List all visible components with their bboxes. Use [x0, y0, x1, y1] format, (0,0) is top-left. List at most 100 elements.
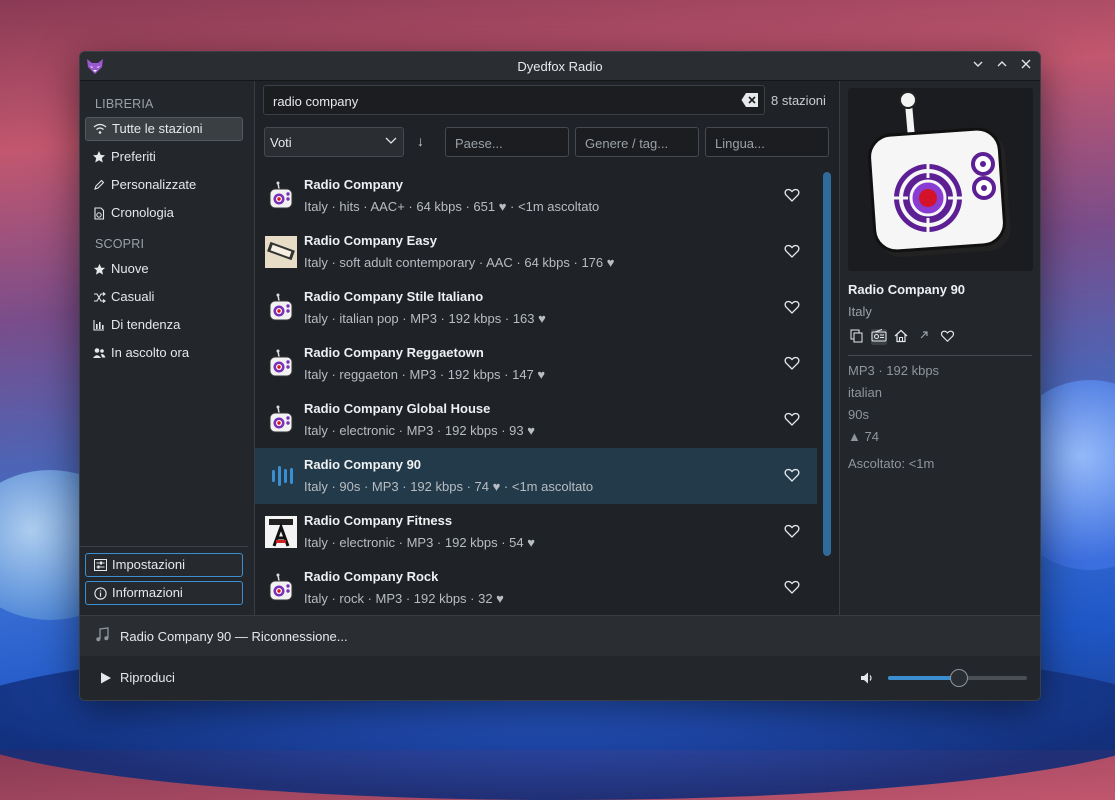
radio-thumb-icon — [269, 405, 293, 433]
radio-thumb-icon — [269, 573, 293, 601]
station-list: Radio Company Italy · hits · AAC+ · 64 k… — [255, 168, 817, 615]
sidebar-item-label: Preferiti — [111, 149, 156, 164]
shuffle-icon — [92, 285, 106, 309]
station-meta: Italy · hits · AAC+ · 64 kbps · 651 ♥ · … — [304, 199, 600, 214]
station-name: Radio Company Easy — [304, 233, 437, 248]
heart-icon[interactable] — [784, 299, 800, 315]
minimize-button[interactable] — [970, 58, 986, 74]
sort-select[interactable]: Voti — [264, 127, 404, 157]
sidebar-item-label: Personalizzate — [111, 177, 197, 192]
station-name: Radio Company — [304, 177, 403, 192]
title-bar: Dyedfox Radio — [80, 52, 1040, 81]
maximize-button[interactable] — [994, 58, 1010, 74]
clear-search-icon[interactable] — [741, 92, 759, 108]
heart-icon[interactable] — [784, 243, 800, 259]
pencil-icon — [92, 173, 106, 197]
info-icon — [93, 582, 107, 604]
station-logo-icon — [265, 516, 297, 548]
sort-direction-button[interactable]: ↓ — [417, 133, 424, 149]
sort-value: Voti — [270, 135, 292, 150]
player-controls: Riproduci — [80, 656, 1040, 700]
station-row[interactable]: Radio Company Easy Italy · soft adult co… — [255, 224, 817, 280]
sidebar-item-trending[interactable]: Di tendenza — [85, 313, 241, 337]
genre-filter-input[interactable] — [583, 128, 687, 158]
heart-icon[interactable] — [784, 579, 800, 595]
station-row[interactable]: Radio Company Reggaetown Italy · reggaet… — [255, 336, 817, 392]
window-title: Dyedfox Radio — [517, 59, 603, 74]
station-name: Radio Company Stile Italiano — [304, 289, 484, 304]
heart-icon[interactable] — [784, 523, 800, 539]
station-row[interactable]: Radio Company Stile Italiano Italy · ita… — [255, 280, 817, 336]
detail-codec: MP3 · 192 kbps — [848, 363, 940, 378]
result-count: 8 stazioni — [771, 93, 826, 108]
info-label: Informazioni — [112, 585, 183, 600]
station-row[interactable]: Radio Company Global House Italy · elect… — [255, 392, 817, 448]
station-meta: Italy · reggaeton · MP3 · 192 kbps · 147… — [304, 367, 546, 382]
language-filter-input[interactable] — [713, 128, 817, 158]
volume-icon[interactable] — [860, 671, 876, 685]
station-meta: Italy · italian pop · MP3 · 192 kbps · 1… — [304, 311, 546, 326]
station-meta: Italy · electronic · MP3 · 192 kbps · 93… — [304, 423, 535, 438]
radio-thumb-icon — [269, 349, 293, 377]
wifi-icon — [93, 118, 107, 140]
detail-language: italian — [848, 385, 882, 400]
sidebar-item-all-stations[interactable]: Tutte le stazioni — [85, 117, 243, 141]
music-note-icon — [96, 627, 109, 642]
station-row[interactable]: Radio Company Italy · hits · AAC+ · 64 k… — [255, 168, 817, 224]
listeners-icon — [92, 341, 106, 365]
heart-icon[interactable] — [784, 467, 800, 483]
sidebar-item-random[interactable]: Casuali — [85, 285, 241, 309]
sidebar-item-custom[interactable]: Personalizzate — [85, 173, 241, 197]
heart-icon[interactable] — [784, 355, 800, 371]
station-meta: Italy · 90s · MP3 · 192 kbps · 74 ♥ · <1… — [304, 479, 594, 494]
station-panel: 8 stazioni Voti ↓ Radio Company — [255, 81, 838, 615]
detail-station-name: Radio Company 90 — [848, 282, 966, 297]
station-name: Radio Company Fitness — [304, 513, 453, 528]
star-icon — [92, 145, 106, 169]
favorite-heart-icon[interactable] — [940, 329, 956, 345]
volume-slider[interactable] — [888, 669, 1027, 687]
sidebar-item-label: Di tendenza — [111, 317, 181, 332]
close-button[interactable] — [1018, 58, 1034, 74]
info-button[interactable]: Informazioni — [85, 581, 243, 605]
settings-button[interactable]: Impostazioni — [85, 553, 243, 577]
play-icon — [101, 672, 111, 684]
sidebar-item-label: Cronologia — [111, 205, 174, 220]
heart-icon[interactable] — [784, 411, 800, 427]
search-input[interactable] — [271, 86, 735, 116]
station-name: Radio Company 90 — [304, 457, 422, 472]
list-scrollbar[interactable] — [823, 172, 831, 556]
detail-votes: ▲ 74 — [848, 429, 879, 444]
station-meta: Italy · electronic · MP3 · 192 kbps · 54… — [304, 535, 535, 550]
heart-icon[interactable] — [784, 187, 800, 203]
radio-icon[interactable] — [871, 329, 887, 345]
radio-thumb-icon — [269, 181, 293, 209]
station-row-selected[interactable]: Radio Company 90 Italy · 90s · MP3 · 192… — [255, 448, 817, 504]
settings-icon — [93, 554, 107, 576]
sidebar-item-new[interactable]: Nuove — [85, 257, 241, 281]
country-filter — [445, 127, 569, 158]
copy-icon[interactable] — [850, 329, 866, 345]
radio-thumb-icon — [269, 293, 293, 321]
detail-tag: 90s — [848, 407, 869, 422]
now-playing-bar: Radio Company 90 — Riconnessione... — [80, 615, 1040, 657]
language-filter — [705, 127, 829, 158]
search-box — [263, 85, 765, 116]
external-link-icon[interactable] — [918, 329, 934, 345]
sidebar-item-history[interactable]: Cronologia — [85, 201, 241, 225]
sidebar-item-favorites[interactable]: Preferiti — [85, 145, 241, 169]
settings-label: Impostazioni — [112, 557, 185, 572]
now-playing-text: Radio Company 90 — Riconnessione... — [120, 629, 348, 644]
station-meta: Italy · soft adult contemporary · AAC · … — [304, 255, 615, 270]
volume-knob[interactable] — [949, 669, 968, 687]
station-row[interactable]: Radio Company Rock Italy · rock · MP3 · … — [255, 560, 817, 615]
homepage-icon[interactable] — [894, 329, 910, 345]
app-window: Dyedfox Radio LIBRERIA Tutte le stazioni… — [79, 51, 1041, 701]
detail-divider — [848, 355, 1032, 356]
country-filter-input[interactable] — [453, 128, 557, 158]
station-row[interactable]: Radio Company Fitness Italy · electronic… — [255, 504, 817, 560]
chevron-down-icon — [385, 137, 397, 144]
station-name: Radio Company Rock — [304, 569, 439, 584]
volume-fill — [888, 676, 958, 680]
sidebar-item-listening-now[interactable]: In ascolto ora — [85, 341, 241, 365]
